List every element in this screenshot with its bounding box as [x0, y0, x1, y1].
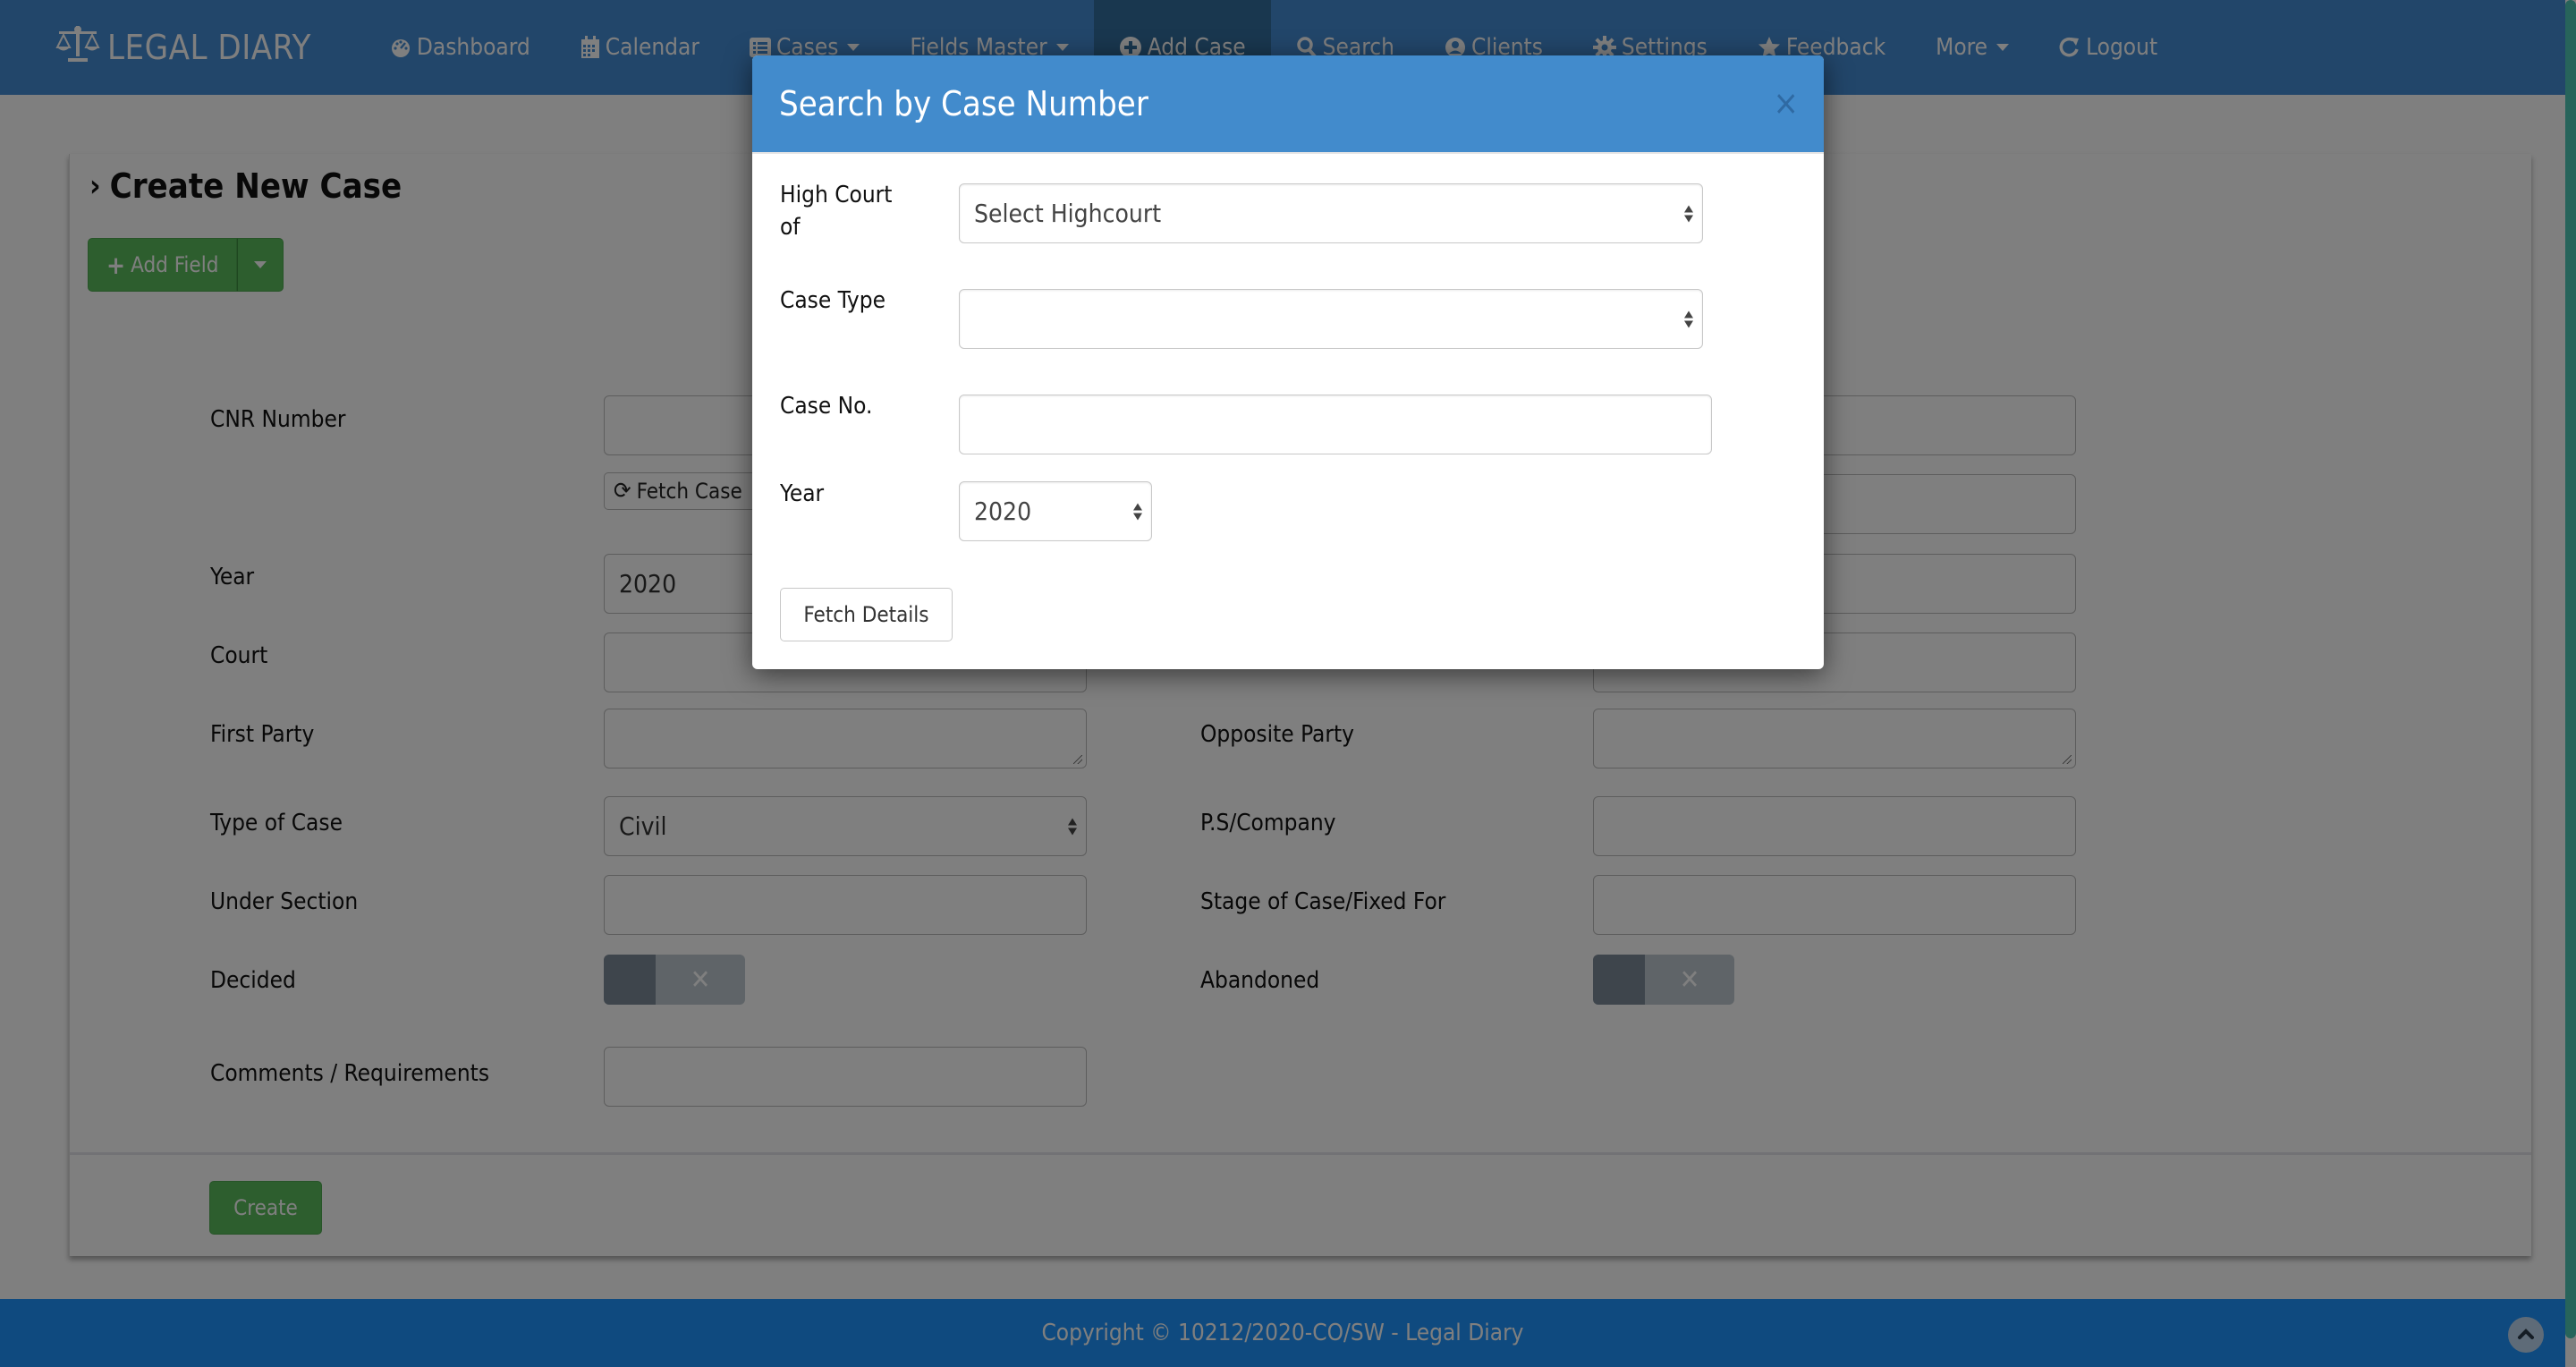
select-arrows-icon: [1684, 205, 1693, 222]
case-type-label: Case Type: [780, 287, 886, 314]
case-type-select[interactable]: [959, 289, 1703, 349]
fetch-details-button[interactable]: Fetch Details: [780, 588, 953, 641]
case-no-input[interactable]: [959, 395, 1712, 454]
number-spinner-icon[interactable]: [1133, 503, 1142, 520]
high-court-select[interactable]: Select Highcourt: [959, 183, 1703, 243]
year-label: Year: [780, 480, 825, 507]
modal-title: Search by Case Number: [779, 84, 1148, 123]
search-by-case-number-modal: Search by Case Number × High Court of Se…: [752, 55, 1824, 669]
select-arrows-icon: [1684, 310, 1693, 327]
case-no-label: Case No.: [780, 393, 873, 420]
year-value: 2020: [974, 497, 1032, 526]
modal-header: Search by Case Number ×: [752, 55, 1824, 154]
high-court-value: Select Highcourt: [974, 199, 1162, 228]
close-icon[interactable]: ×: [1773, 86, 1799, 120]
year-number-input[interactable]: 2020: [959, 481, 1152, 541]
high-court-label: High Court of: [780, 182, 893, 241]
